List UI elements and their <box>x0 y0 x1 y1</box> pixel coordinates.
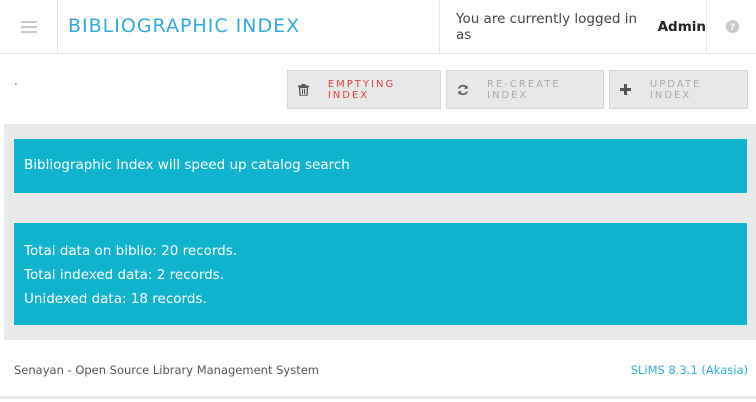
page-title: BIBLIOGRAPHIC INDEX <box>68 15 301 37</box>
info-text: Bibliographic Index will speed up catalo… <box>24 157 350 173</box>
info-alert: Bibliographic Index will speed up catalo… <box>14 139 747 193</box>
footer: Senayan - Open Source Library Management… <box>0 341 756 399</box>
stat-unindexed: Unidexed data: 18 records. <box>24 291 207 307</box>
plus-icon <box>620 83 632 96</box>
stat-total-biblio: Total data on biblio: 20 records. <box>24 243 238 259</box>
main-content: Bibliographic Index will speed up catalo… <box>4 124 756 340</box>
login-prefix: You are currently logged in as <box>456 10 638 43</box>
menu-icon <box>20 20 37 33</box>
username[interactable]: Admin <box>658 19 706 35</box>
trash-icon <box>298 83 310 96</box>
update-index-label: UPDATE INDEX <box>649 78 702 101</box>
version-link[interactable]: SLiMS 8.3.1 (Akasia) <box>631 363 748 377</box>
stats-alert: Total data on biblio: 20 records. Total … <box>14 223 747 325</box>
login-status: You are currently logged in as Admin <box>439 0 707 53</box>
stat-indexed: Total indexed data: 2 records. <box>24 267 225 283</box>
recreate-index-button[interactable]: RE-CREATE INDEX <box>446 70 604 109</box>
help-icon: ? <box>725 20 739 33</box>
stray-dot: . <box>14 74 18 88</box>
footer-text: Senayan - Open Source Library Management… <box>14 363 319 377</box>
top-navbar: BIBLIOGRAPHIC INDEX You are currently lo… <box>0 0 756 54</box>
emptying-index-button[interactable]: EMPTYING INDEX <box>287 70 441 109</box>
help-button[interactable]: ? <box>708 0 756 53</box>
update-index-button[interactable]: UPDATE INDEX <box>609 70 748 109</box>
recreate-index-label: RE-CREATE INDEX <box>487 78 561 101</box>
menu-toggle-button[interactable] <box>0 0 58 53</box>
emptying-index-label: EMPTYING INDEX <box>327 78 396 101</box>
svg-text:?: ? <box>729 23 734 33</box>
refresh-icon <box>457 84 469 96</box>
